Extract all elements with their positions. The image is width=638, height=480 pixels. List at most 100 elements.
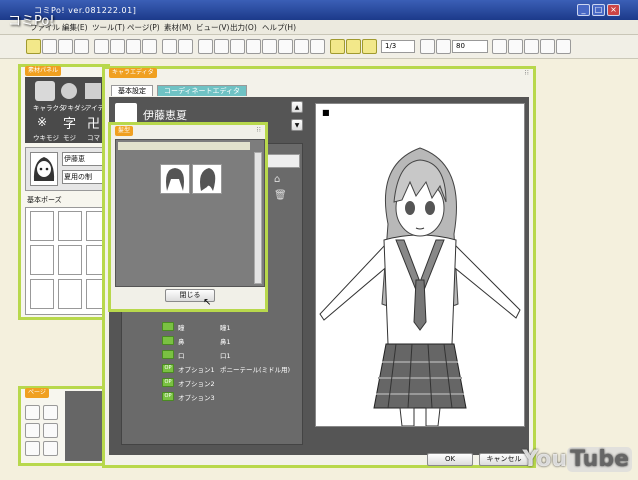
- character-preview[interactable]: ■: [315, 103, 525, 427]
- part-mouth-icon[interactable]: [162, 350, 174, 359]
- trash-icon[interactable]: 🗑: [274, 190, 287, 202]
- up-icon[interactable]: [230, 39, 245, 54]
- part-mouth-value: 口1: [220, 352, 231, 360]
- part-option2-icon[interactable]: OP: [162, 378, 174, 387]
- menu-tool[interactable]: ツール(T): [92, 22, 125, 33]
- select-tool-icon[interactable]: [26, 39, 41, 54]
- mouse-cursor-icon: ↖: [203, 297, 212, 308]
- undo-icon[interactable]: [162, 39, 177, 54]
- preview-camera-icon[interactable]: ■: [322, 108, 330, 117]
- save-icon[interactable]: [110, 39, 125, 54]
- down-icon[interactable]: [246, 39, 261, 54]
- ok-button[interactable]: OK: [427, 453, 473, 466]
- pages-icon[interactable]: [362, 39, 377, 54]
- item-icon[interactable]: [85, 83, 101, 99]
- paste-page-icon[interactable]: [43, 423, 58, 438]
- hair-dialog-close-icon[interactable]: ⁝⁝: [257, 126, 261, 134]
- next-page-icon[interactable]: [436, 39, 451, 54]
- part-nose-icon[interactable]: [162, 336, 174, 345]
- prev-page-button-icon[interactable]: [25, 441, 40, 456]
- new-icon[interactable]: [126, 39, 141, 54]
- pose-thumb[interactable]: [30, 279, 54, 309]
- page-select[interactable]: 1/3: [381, 40, 415, 53]
- menu-help[interactable]: ヘルプ(H): [262, 22, 296, 33]
- link-icon[interactable]: [198, 39, 213, 54]
- add-page-icon[interactable]: [25, 405, 40, 420]
- zoom-fit-icon[interactable]: [524, 39, 539, 54]
- pose-thumb[interactable]: [58, 245, 82, 275]
- moji-icon[interactable]: 字: [63, 113, 79, 132]
- toolbar: 1/3 80: [0, 35, 638, 59]
- redo-icon[interactable]: [178, 39, 193, 54]
- menu-material[interactable]: 素材(M): [164, 22, 191, 33]
- top-icon[interactable]: [262, 39, 277, 54]
- flip-icon[interactable]: [294, 39, 309, 54]
- print-icon[interactable]: [142, 39, 157, 54]
- delete-page-icon[interactable]: [43, 405, 58, 420]
- chara-editor-close-icon[interactable]: ⁝⁝: [525, 69, 529, 77]
- grid-icon[interactable]: [346, 39, 361, 54]
- close-button[interactable]: ×: [607, 4, 620, 16]
- menu-output[interactable]: 出力(O): [230, 22, 257, 33]
- hair-list: [115, 139, 265, 287]
- menu-view[interactable]: ビュー(V): [196, 22, 229, 33]
- scroll-down-button[interactable]: ▼: [291, 119, 303, 131]
- youtube-you-text: You: [522, 447, 568, 472]
- zoom-actual-icon[interactable]: [556, 39, 571, 54]
- balloon-icon-label: フキダシ: [61, 104, 88, 112]
- koma-icon[interactable]: 卍: [87, 113, 103, 132]
- view3d-icon[interactable]: [330, 39, 345, 54]
- folder-icon[interactable]: [94, 39, 109, 54]
- part-eye-icon[interactable]: [162, 322, 174, 331]
- ukimoji-icon[interactable]: ※: [37, 115, 53, 129]
- part-option3-name: オプション3: [178, 394, 215, 402]
- page-panel-tag: ページ: [25, 388, 49, 398]
- hand2-tool-icon[interactable]: [58, 39, 73, 54]
- hair-dialog-tag: 髪型: [115, 126, 134, 136]
- hand3-tool-icon[interactable]: [74, 39, 89, 54]
- next-page-button-icon[interactable]: [43, 441, 58, 456]
- part-option1-icon[interactable]: OP: [162, 364, 174, 373]
- character-info: 伊藤恵 夏用の制: [25, 147, 107, 191]
- copy-page-icon[interactable]: [25, 423, 40, 438]
- part-nose-name: 鼻: [178, 338, 185, 346]
- character-icon[interactable]: [35, 81, 55, 101]
- zoom-out-icon[interactable]: [508, 39, 523, 54]
- zoom-in-icon[interactable]: [492, 39, 507, 54]
- tab-coordinate[interactable]: コーディネートエディタ: [157, 85, 248, 96]
- material-panel: 素材パネル キャラクタ フキダシ アイテム ※ ウキモジ 字 モジ 卍 コマ 伊…: [18, 64, 110, 320]
- part-eye-name: 瞳: [178, 324, 185, 332]
- zoom-width-icon[interactable]: [540, 39, 555, 54]
- maximize-button[interactable]: □: [592, 4, 605, 16]
- menu-page[interactable]: ページ(P): [127, 22, 160, 33]
- hair-list-scrollbar[interactable]: [254, 152, 262, 284]
- material-panel-tag: 素材パネル: [25, 66, 62, 76]
- bottom-icon[interactable]: [278, 39, 293, 54]
- title-bar: コミPo! ver.081222.01] _ □ ×: [0, 0, 638, 20]
- unlink-icon[interactable]: [214, 39, 229, 54]
- tab-basic[interactable]: 基本設定: [111, 85, 153, 96]
- pose-thumb[interactable]: [58, 279, 82, 309]
- part-option3-icon[interactable]: OP: [162, 392, 174, 401]
- prev-page-icon[interactable]: [420, 39, 435, 54]
- koma-icon-label: コマ: [87, 134, 100, 142]
- wardrobe-icon[interactable]: ⌂: [274, 174, 286, 186]
- delete-icon[interactable]: [310, 39, 325, 54]
- scroll-up-button[interactable]: ▲: [291, 101, 303, 113]
- pose-thumb[interactable]: [30, 245, 54, 275]
- hair-list-header: [118, 142, 250, 150]
- watermark-logo: コミPo!: [8, 14, 55, 29]
- youtube-watermark: You Tube: [522, 447, 632, 472]
- balloon-icon[interactable]: [61, 83, 77, 99]
- character-avatar[interactable]: [30, 152, 58, 186]
- minimize-button[interactable]: _: [577, 4, 590, 16]
- pose-thumb[interactable]: [58, 211, 82, 241]
- pose-grid: [25, 207, 107, 315]
- hair-option-2[interactable]: [192, 164, 222, 194]
- zoom-input[interactable]: 80: [452, 40, 488, 53]
- hair-option-1[interactable]: [160, 164, 190, 194]
- hand-tool-icon[interactable]: [42, 39, 57, 54]
- part-option2-name: オプション2: [178, 380, 215, 388]
- menu-edit[interactable]: 編集(E): [62, 22, 88, 33]
- pose-thumb[interactable]: [30, 211, 54, 241]
